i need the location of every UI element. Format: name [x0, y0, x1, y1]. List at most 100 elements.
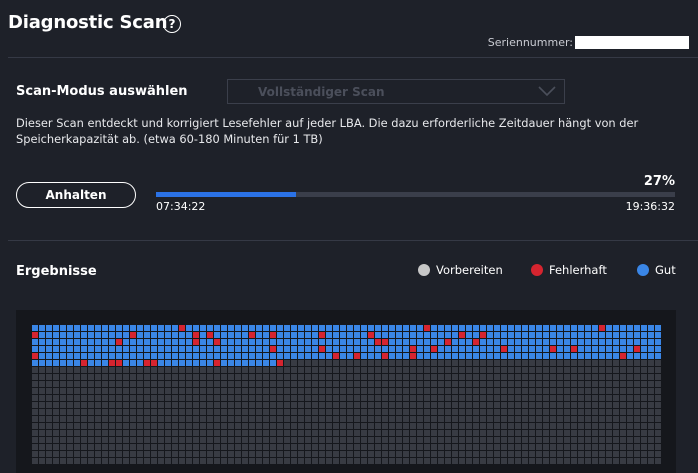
block-cell: [228, 416, 234, 422]
block-cell: [116, 339, 122, 345]
block-cell: [571, 367, 577, 373]
block-cell: [32, 430, 38, 436]
block-cell: [53, 458, 59, 464]
block-cell: [32, 409, 38, 415]
block-cell: [466, 325, 472, 331]
block-cell: [74, 437, 80, 443]
block-cell: [480, 416, 486, 422]
block-cell: [326, 346, 332, 352]
block-cell: [228, 367, 234, 373]
block-cell: [39, 374, 45, 380]
block-cell: [536, 339, 542, 345]
block-cell: [158, 409, 164, 415]
block-cell: [312, 381, 318, 387]
block-cell: [221, 388, 227, 394]
block-cell: [116, 437, 122, 443]
block-cell: [60, 360, 66, 366]
block-cell: [256, 409, 262, 415]
block-cell: [60, 402, 66, 408]
block-cell: [256, 430, 262, 436]
block-cell: [389, 451, 395, 457]
block-cell: [375, 388, 381, 394]
block-cell: [466, 416, 472, 422]
block-cell: [144, 325, 150, 331]
block-cell: [403, 430, 409, 436]
block-cell: [606, 332, 612, 338]
block-cell: [620, 409, 626, 415]
block-cell: [368, 423, 374, 429]
block-cell: [487, 458, 493, 464]
block-cell: [613, 374, 619, 380]
block-cell: [354, 458, 360, 464]
block-cell: [263, 395, 269, 401]
block-cell: [186, 430, 192, 436]
block-cell: [648, 381, 654, 387]
block-cell: [557, 339, 563, 345]
block-cell: [81, 458, 87, 464]
block-cell: [74, 416, 80, 422]
block-cell: [207, 451, 213, 457]
block-cell: [627, 451, 633, 457]
block-cell: [459, 437, 465, 443]
block-cell: [235, 437, 241, 443]
block-cell: [550, 409, 556, 415]
block-cell: [641, 416, 647, 422]
block-cell: [263, 409, 269, 415]
legend-label-faulty: Fehlerhaft: [549, 263, 607, 277]
scan-mode-dropdown[interactable]: Vollständiger Scan: [227, 79, 565, 104]
block-cell: [242, 416, 248, 422]
stop-button[interactable]: Anhalten: [16, 182, 136, 208]
block-cell: [620, 458, 626, 464]
block-cell: [305, 346, 311, 352]
block-cell: [403, 388, 409, 394]
block-cell: [585, 339, 591, 345]
block-cell: [319, 325, 325, 331]
block-cell: [340, 353, 346, 359]
block-cell: [81, 360, 87, 366]
block-cell: [88, 444, 94, 450]
block-cell: [319, 423, 325, 429]
block-cell: [522, 437, 528, 443]
block-cell: [32, 381, 38, 387]
block-cell: [291, 430, 297, 436]
block-cell: [578, 437, 584, 443]
block-cell: [207, 416, 213, 422]
block-cell: [207, 430, 213, 436]
block-cell: [347, 353, 353, 359]
block-cell: [410, 374, 416, 380]
block-cell: [529, 388, 535, 394]
block-cell: [410, 339, 416, 345]
block-cell: [207, 395, 213, 401]
block-cell: [655, 360, 661, 366]
block-cell: [263, 458, 269, 464]
block-cell: [284, 332, 290, 338]
block-cell: [585, 346, 591, 352]
block-cell: [256, 339, 262, 345]
block-cell: [158, 367, 164, 373]
block-cell: [291, 388, 297, 394]
block-cell: [200, 416, 206, 422]
block-cell: [417, 416, 423, 422]
block-cell: [641, 346, 647, 352]
block-cell: [193, 423, 199, 429]
help-icon[interactable]: ?: [163, 15, 181, 33]
block-cell: [571, 339, 577, 345]
block-cell: [473, 339, 479, 345]
block-cell: [578, 423, 584, 429]
block-cell: [158, 374, 164, 380]
block-cell: [529, 430, 535, 436]
block-cell: [606, 381, 612, 387]
block-cell: [347, 367, 353, 373]
block-cell: [634, 374, 640, 380]
block-cell: [361, 346, 367, 352]
block-cell: [627, 458, 633, 464]
block-cell: [305, 339, 311, 345]
block-cell: [221, 416, 227, 422]
block-cell: [291, 409, 297, 415]
block-cell: [109, 388, 115, 394]
block-cell: [88, 346, 94, 352]
block-cell: [536, 353, 542, 359]
block-cell: [109, 325, 115, 331]
block-cell: [319, 374, 325, 380]
block-cell: [403, 346, 409, 352]
